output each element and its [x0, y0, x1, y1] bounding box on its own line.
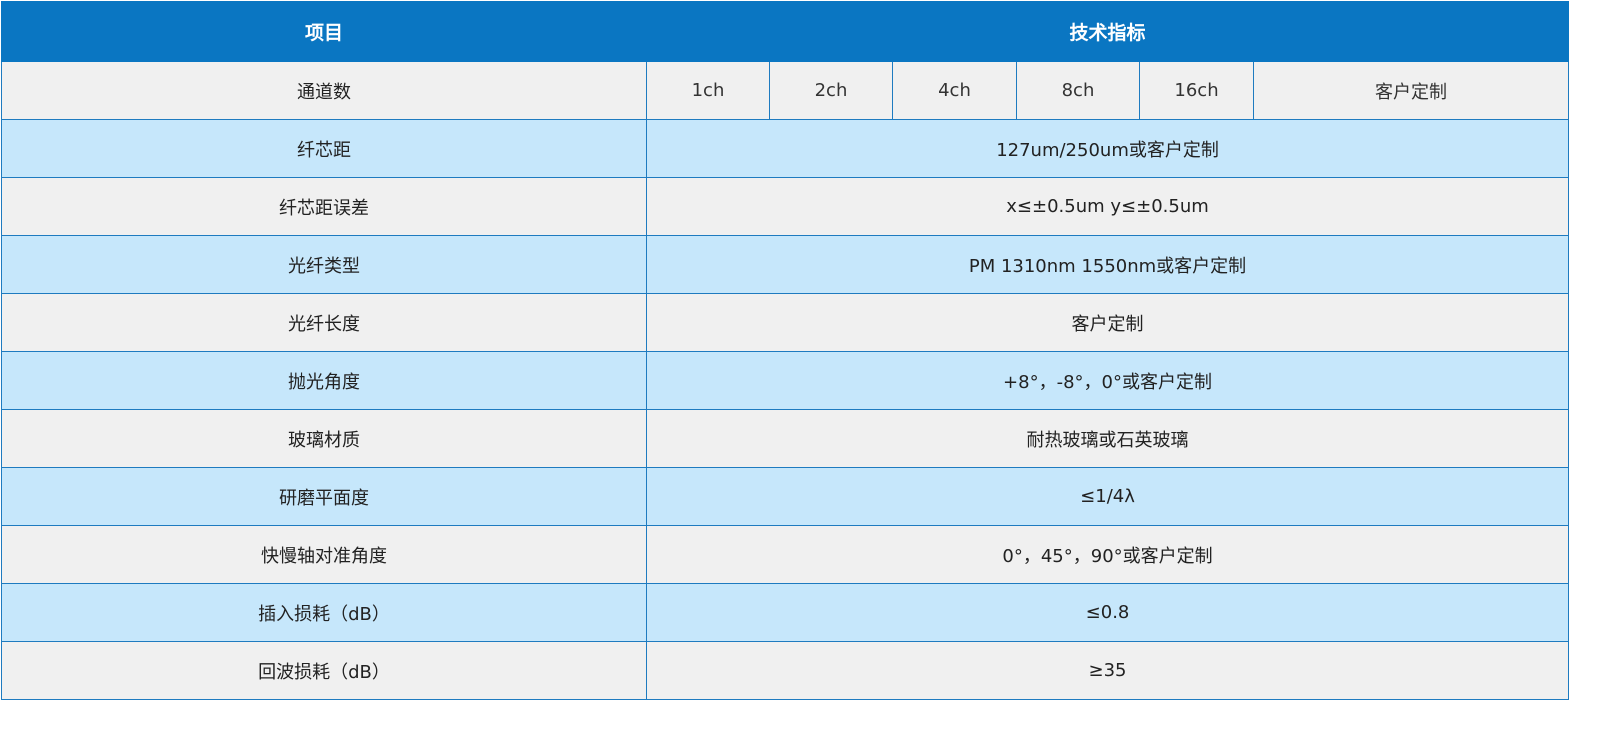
row-label: 光纤长度 — [1, 293, 647, 352]
row-label: 回波损耗（dB） — [1, 641, 647, 700]
row-label: 纤芯距 — [1, 119, 647, 178]
table-row: 纤芯距误差 x≤±0.5um y≤±0.5um — [1, 177, 1570, 236]
table-row: 光纤类型 PM 1310nm 1550nm或客户定制 — [1, 235, 1570, 294]
row-value: ≥35 — [645, 641, 1570, 700]
table-row: 快慢轴对准角度 0°，45°，90°或客户定制 — [1, 525, 1570, 584]
header-item-cell: 项目 — [1, 1, 647, 62]
table-row: 插入损耗（dB） ≤0.8 — [1, 583, 1570, 642]
row-value: +8°，-8°，0°或客户定制 — [645, 351, 1570, 410]
row-value: PM 1310nm 1550nm或客户定制 — [645, 235, 1570, 294]
row-value: 耐热玻璃或石英玻璃 — [645, 409, 1570, 468]
row-value: ≤0.8 — [645, 583, 1570, 642]
spec-table: 项目 技术指标 通道数 1ch 2ch 4ch 8ch 16ch 客户定制 纤芯… — [1, 1, 1570, 700]
channel-option-1ch: 1ch — [646, 61, 770, 120]
row-value: 127um/250um或客户定制 — [645, 119, 1570, 178]
channel-option-8ch: 8ch — [1016, 61, 1140, 120]
row-label: 快慢轴对准角度 — [1, 525, 647, 584]
channels-label: 通道数 — [1, 61, 647, 120]
row-value: 0°，45°，90°或客户定制 — [645, 525, 1570, 584]
channel-option-custom: 客户定制 — [1252, 61, 1570, 120]
channel-option-4ch: 4ch — [892, 61, 1017, 120]
header-spec-cell: 技术指标 — [645, 1, 1570, 62]
row-label: 玻璃材质 — [1, 409, 647, 468]
row-value: ≤1/4λ — [645, 467, 1570, 526]
table-row: 光纤长度 客户定制 — [1, 293, 1570, 352]
row-label: 研磨平面度 — [1, 467, 647, 526]
table-row: 回波损耗（dB） ≥35 — [1, 641, 1570, 700]
channels-row: 通道数 1ch 2ch 4ch 8ch 16ch 客户定制 — [1, 61, 1570, 120]
row-label: 纤芯距误差 — [1, 177, 647, 236]
row-label: 抛光角度 — [1, 351, 647, 410]
header-row: 项目 技术指标 — [1, 1, 1570, 62]
table-row: 纤芯距 127um/250um或客户定制 — [1, 119, 1570, 178]
row-label: 插入损耗（dB） — [1, 583, 647, 642]
channel-option-2ch: 2ch — [769, 61, 893, 120]
row-value: x≤±0.5um y≤±0.5um — [645, 177, 1570, 236]
table-row: 研磨平面度 ≤1/4λ — [1, 467, 1570, 526]
row-label: 光纤类型 — [1, 235, 647, 294]
row-value: 客户定制 — [645, 293, 1570, 352]
table-row: 抛光角度 +8°，-8°，0°或客户定制 — [1, 351, 1570, 410]
channel-option-16ch: 16ch — [1139, 61, 1254, 120]
table-row: 玻璃材质 耐热玻璃或石英玻璃 — [1, 409, 1570, 468]
